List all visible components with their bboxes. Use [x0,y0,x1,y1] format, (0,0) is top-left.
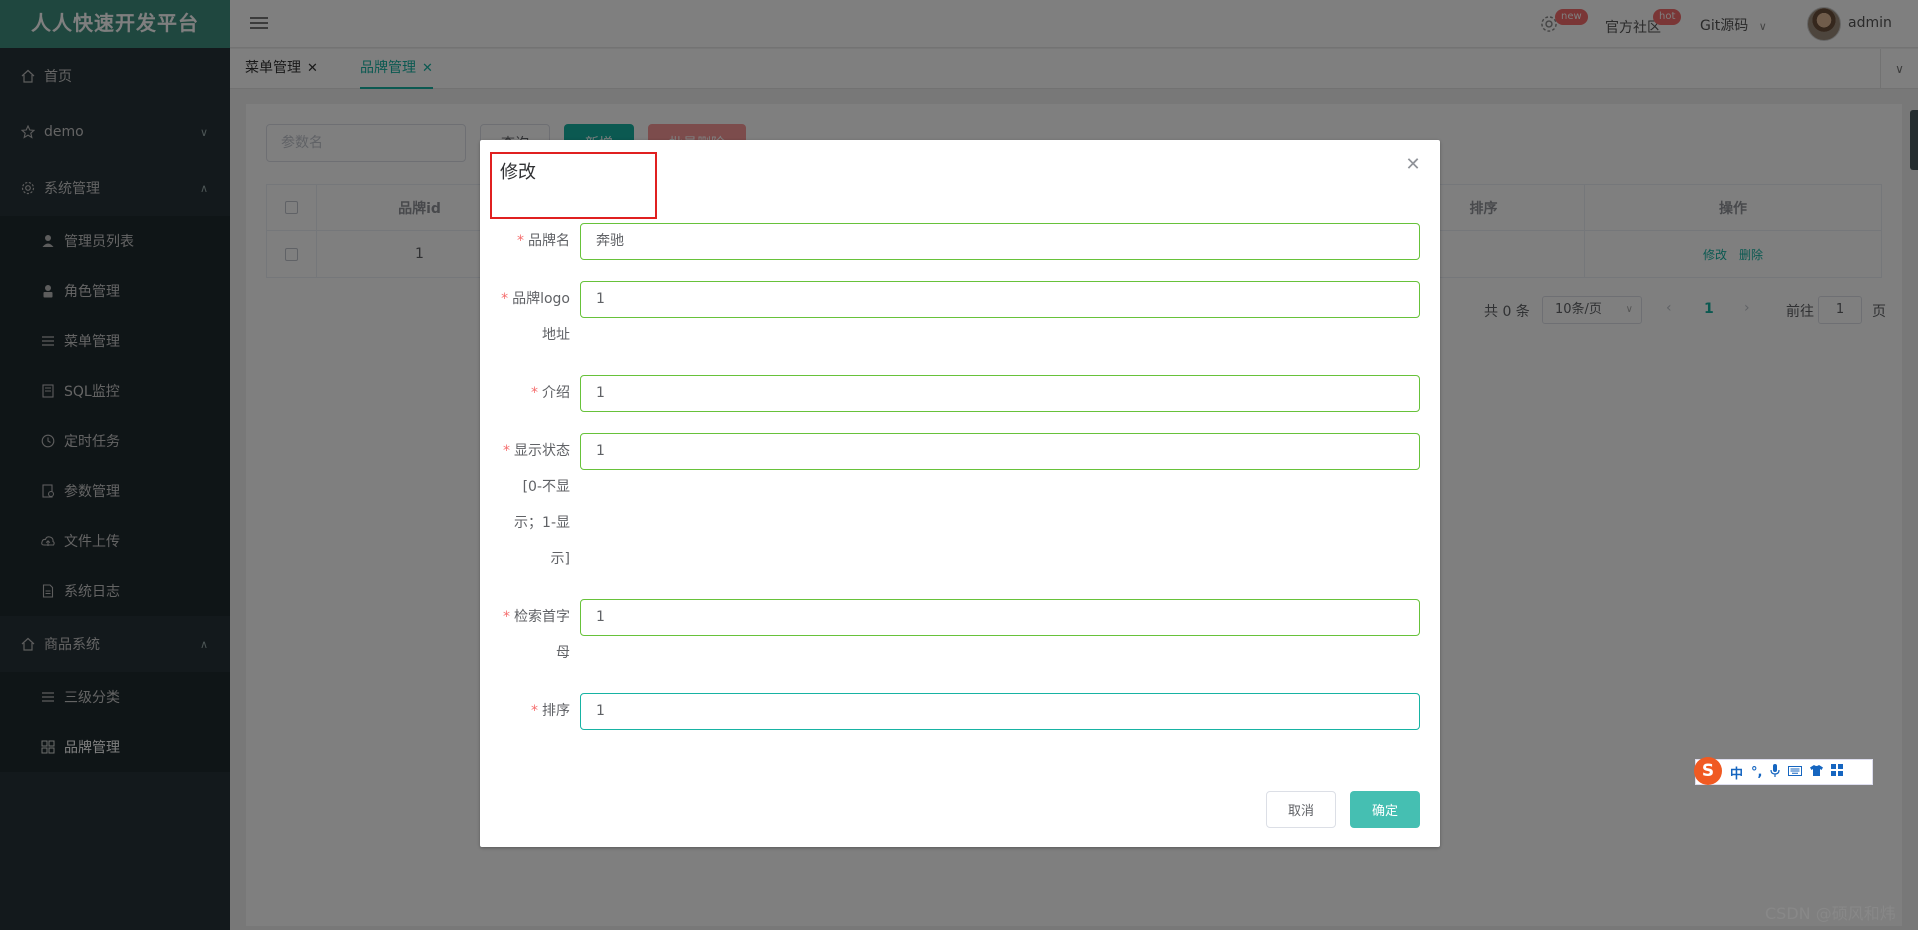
annotation-highlight-box [490,152,657,219]
field-label-sort: * 排序 [531,703,570,719]
ime-punct[interactable]: °, [1751,765,1762,780]
sort-input[interactable]: 1 [580,693,1420,730]
show-status-input[interactable]: 1 [580,433,1420,470]
close-icon[interactable]: ✕ [1404,156,1422,174]
field-label-show-status: * 显示状态 [0-不显 示；1-显 示] [503,443,570,567]
ime-toolbar[interactable]: S 中 °, [1694,757,1873,785]
field-label-brand-name: * 品牌名 [517,233,570,249]
cancel-button[interactable]: 取消 [1266,791,1336,828]
description-input[interactable]: 1 [580,375,1420,412]
field-label-logo: * 品牌logo 地址 [501,291,570,343]
ime-lang[interactable]: 中 [1730,763,1743,782]
keyboard-icon[interactable] [1788,765,1803,780]
toolbox-icon[interactable] [1831,764,1844,780]
sogou-logo-icon: S [1694,757,1722,785]
confirm-button[interactable]: 确定 [1350,791,1420,828]
microphone-icon[interactable] [1770,763,1781,781]
edit-dialog: 修改 ✕ * 品牌名 奔驰 * 品牌logo 地址 1 * 介绍 1 * 显示状态 [0… [480,140,1440,847]
field-label-first-letter: * 检索首字 母 [503,609,570,661]
field-label-description: * 介绍 [531,385,570,401]
first-letter-input[interactable]: 1 [580,599,1420,636]
brand-name-input[interactable]: 奔驰 [580,223,1420,260]
logo-url-input[interactable]: 1 [580,281,1420,318]
skin-icon[interactable] [1810,764,1824,780]
watermark: CSDN @硕风和炜 [1765,904,1896,923]
